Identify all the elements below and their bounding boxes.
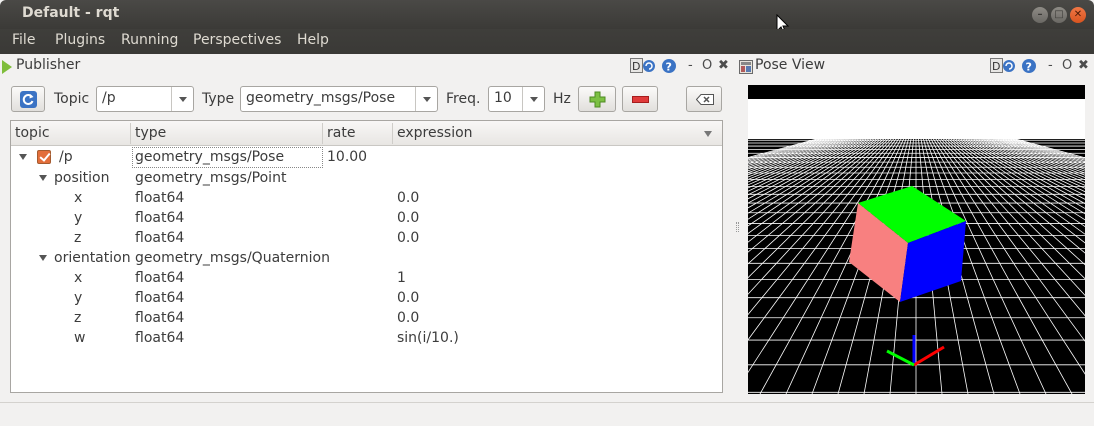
menu-bar: File Plugins Running Perspectives Help bbox=[0, 29, 1094, 54]
window-title: Default - rqt bbox=[22, 5, 120, 21]
svg-text:D: D bbox=[992, 60, 1000, 73]
column-rate[interactable]: rate bbox=[327, 125, 355, 141]
topic-label: Topic bbox=[54, 91, 90, 107]
row-expression[interactable]: 0.0 bbox=[397, 190, 419, 206]
pose-view-dock-title: Pose View bbox=[755, 57, 826, 73]
row-expression[interactable]: 0.0 bbox=[397, 230, 419, 246]
image-icon bbox=[739, 60, 753, 74]
help-icon[interactable]: ? bbox=[1021, 58, 1037, 74]
menu-running[interactable]: Running bbox=[121, 32, 178, 48]
row-topic: y bbox=[74, 290, 83, 306]
row-type: geometry_msgs/Point bbox=[135, 170, 287, 186]
publisher-tree[interactable]: topic type rate expression /p geometry_m… bbox=[10, 120, 723, 393]
chevron-down-icon[interactable] bbox=[522, 87, 544, 111]
row-expression[interactable]: 0.0 bbox=[397, 210, 419, 226]
freq-combobox[interactable]: 10 bbox=[488, 86, 545, 112]
row-topic: position bbox=[54, 170, 110, 186]
dock-splitter-handle[interactable] bbox=[736, 222, 739, 232]
row-topic: z bbox=[74, 230, 82, 246]
sort-indicator-icon[interactable] bbox=[704, 131, 712, 137]
menu-plugins[interactable]: Plugins bbox=[55, 32, 105, 48]
column-expression[interactable]: expression bbox=[397, 125, 473, 141]
enable-checkbox[interactable] bbox=[37, 150, 51, 164]
row-topic: orientation bbox=[54, 250, 131, 266]
minus-icon bbox=[632, 96, 649, 103]
window-titlebar[interactable]: Default - rqt – □ ✕ bbox=[0, 0, 1094, 29]
pose-view-canvas[interactable] bbox=[748, 85, 1085, 394]
axis-y bbox=[886, 349, 915, 367]
row-topic: w bbox=[74, 330, 86, 346]
help-icon[interactable]: ? bbox=[661, 58, 677, 74]
hz-label: Hz bbox=[553, 91, 571, 107]
close-window-button[interactable]: ✕ bbox=[1070, 7, 1086, 23]
clear-button[interactable] bbox=[686, 86, 722, 112]
freq-label: Freq. bbox=[446, 91, 481, 107]
svg-text:?: ? bbox=[1026, 61, 1032, 74]
publisher-minimize-button[interactable]: - bbox=[688, 58, 693, 73]
play-icon bbox=[2, 60, 12, 74]
row-expression[interactable]: sin(i/10.) bbox=[397, 330, 459, 346]
refresh-icon bbox=[20, 91, 37, 108]
menu-help[interactable]: Help bbox=[297, 32, 329, 48]
minimize-window-button[interactable]: – bbox=[1032, 7, 1048, 23]
row-topic: /p bbox=[59, 149, 73, 165]
tree-header: topic type rate expression bbox=[11, 121, 722, 146]
row-expression[interactable]: 1 bbox=[397, 270, 406, 286]
expand-arrow-icon[interactable] bbox=[19, 154, 27, 160]
dc-reload-icon[interactable]: D bbox=[630, 58, 660, 74]
row-type: float64 bbox=[135, 210, 185, 226]
menu-file[interactable]: File bbox=[12, 32, 35, 48]
pose-view-float-button[interactable]: O bbox=[1062, 58, 1072, 73]
svg-text:D: D bbox=[632, 60, 640, 73]
row-type: float64 bbox=[135, 330, 185, 346]
selected-cell-focus bbox=[132, 147, 323, 168]
plus-icon bbox=[589, 91, 606, 108]
row-expression[interactable]: 0.0 bbox=[397, 290, 419, 306]
status-bar bbox=[0, 402, 1094, 426]
axis-x bbox=[913, 345, 945, 367]
type-label: Type bbox=[202, 91, 235, 107]
refresh-topics-button[interactable] bbox=[11, 86, 45, 112]
row-topic: y bbox=[74, 210, 83, 226]
publisher-float-button[interactable]: O bbox=[702, 58, 712, 73]
row-topic: z bbox=[74, 310, 82, 326]
menu-perspectives[interactable]: Perspectives bbox=[193, 32, 281, 48]
column-type[interactable]: type bbox=[135, 125, 166, 141]
row-type: float64 bbox=[135, 270, 185, 286]
row-type: geometry_msgs/Quaternion bbox=[135, 250, 330, 266]
clear-icon bbox=[696, 94, 714, 105]
topic-combobox[interactable]: /p bbox=[96, 86, 194, 112]
type-combobox[interactable]: geometry_msgs/Pose bbox=[240, 86, 438, 112]
row-expression[interactable]: 0.0 bbox=[397, 310, 419, 326]
publisher-close-button[interactable]: ✖ bbox=[718, 58, 729, 73]
pose-3d-render bbox=[748, 85, 1085, 394]
row-topic: x bbox=[74, 270, 83, 286]
row-type: float64 bbox=[135, 230, 185, 246]
row-type: float64 bbox=[135, 290, 185, 306]
pose-view-minimize-button[interactable]: - bbox=[1048, 58, 1053, 73]
type-value: geometry_msgs/Pose bbox=[246, 90, 396, 106]
svg-text:?: ? bbox=[666, 61, 672, 74]
topic-value: /p bbox=[102, 90, 116, 106]
add-publisher-button[interactable] bbox=[578, 86, 616, 112]
column-topic[interactable]: topic bbox=[15, 125, 50, 141]
dc-reload-icon[interactable]: D bbox=[990, 58, 1020, 74]
maximize-window-button[interactable]: □ bbox=[1051, 7, 1067, 23]
pose-view-close-button[interactable]: ✖ bbox=[1078, 58, 1089, 73]
remove-publisher-button[interactable] bbox=[622, 86, 658, 112]
expand-arrow-icon[interactable] bbox=[39, 175, 47, 181]
row-type: float64 bbox=[135, 310, 185, 326]
freq-value: 10 bbox=[494, 90, 512, 106]
chevron-down-icon[interactable] bbox=[171, 87, 193, 111]
row-topic: x bbox=[74, 190, 83, 206]
row-rate: 10.00 bbox=[327, 149, 368, 165]
chevron-down-icon[interactable] bbox=[415, 87, 437, 111]
row-type: float64 bbox=[135, 190, 185, 206]
expand-arrow-icon[interactable] bbox=[39, 255, 47, 261]
publisher-dock-title: Publisher bbox=[16, 57, 81, 73]
